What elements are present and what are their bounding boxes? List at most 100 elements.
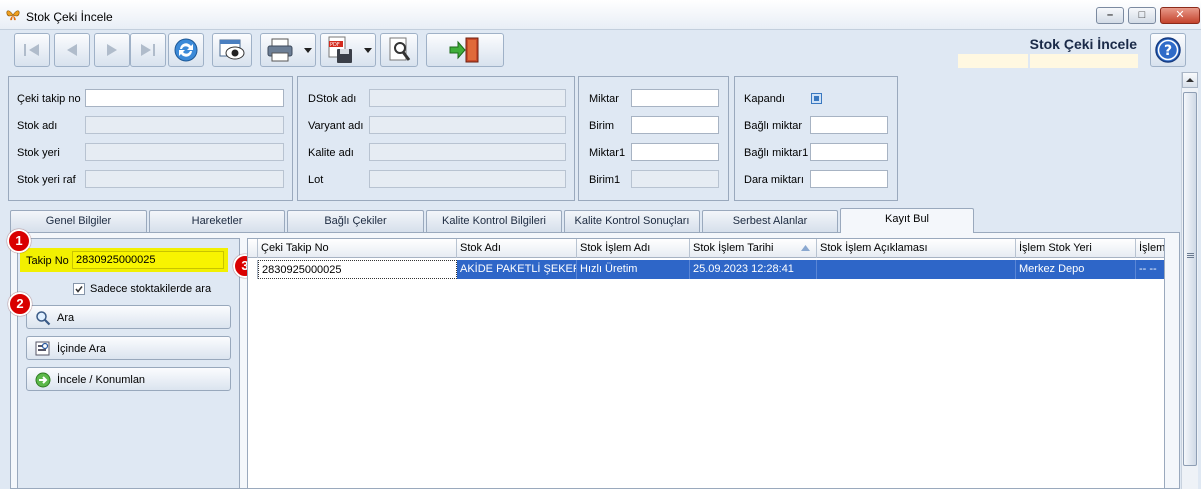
tab-genel-bilgiler[interactable]: Genel Bilgiler: [10, 210, 147, 232]
cell-stok-islem-adi[interactable]: Hızlı Üretim: [577, 260, 690, 279]
stok-yeri-label: Stok yeri: [17, 147, 60, 159]
indeterminate-icon: [814, 96, 819, 101]
next-icon: [107, 44, 117, 56]
go-arrow-icon: [35, 372, 51, 388]
exit-button[interactable]: [426, 33, 504, 67]
maximize-button[interactable]: □: [1128, 7, 1156, 24]
help-button[interactable]: ?: [1150, 33, 1186, 67]
bagli-miktar-input[interactable]: [810, 116, 888, 134]
page-title: Stok Çeki İncele: [1029, 36, 1137, 52]
ara-button[interactable]: Ara: [26, 305, 231, 329]
stok-yeri-raf-field: [85, 170, 284, 188]
settings-icon: [389, 37, 411, 61]
lot-field: [369, 170, 566, 188]
col-islem-stok-yeri[interactable]: İşlem Stok Yeri: [1016, 239, 1136, 258]
only-in-stock-checkbox[interactable]: [73, 283, 85, 295]
kalite-adi-label: Kalite adı: [308, 147, 354, 159]
first-record-button[interactable]: [14, 33, 50, 67]
tab-serbest-alanlar[interactable]: Serbest Alanlar: [702, 210, 838, 232]
birim1-field: [631, 170, 719, 188]
scroll-thumb[interactable]: [1183, 92, 1197, 466]
view-icon: [219, 39, 245, 60]
window-title: Stok Çeki İncele: [26, 10, 113, 24]
preview-button[interactable]: [212, 33, 252, 67]
butterfly-icon: [6, 10, 20, 21]
varyant-adi-label: Varyant adı: [308, 120, 364, 132]
miktar1-input[interactable]: [631, 143, 719, 161]
results-grid[interactable]: Çeki Takip No Stok Adı Stok İşlem Adı St…: [247, 238, 1165, 489]
birim-input[interactable]: [631, 116, 719, 134]
last-record-button[interactable]: [130, 33, 166, 67]
lot-label: Lot: [308, 174, 324, 186]
cell-ceki-takip-no[interactable]: 2830925000025: [258, 260, 457, 279]
prev-record-button[interactable]: [54, 33, 90, 67]
arrow-up-icon: [1186, 78, 1194, 82]
stok-adi-field: [85, 116, 284, 134]
vertical-scrollbar[interactable]: [1181, 72, 1198, 489]
takip-no-input[interactable]: [72, 251, 224, 269]
col-stok-islem-tarihi[interactable]: Stok İşlem Tarihi: [690, 239, 817, 258]
miktar-label: Miktar: [589, 93, 619, 105]
group-status: Kapandı Bağlı miktar Bağlı miktar1 Dara …: [734, 76, 898, 201]
grid-indicator-header: [248, 239, 258, 258]
col-stok-islem-adi[interactable]: Stok İşlem Adı: [577, 239, 690, 258]
dstok-adi-field: [369, 89, 566, 107]
print-button[interactable]: [260, 33, 316, 67]
col-stok-islem-aciklamasi[interactable]: Stok İşlem Açıklaması: [817, 239, 1016, 258]
col-stok-islem-tarihi-label: Stok İşlem Tarihi: [693, 242, 774, 254]
sort-ascending-icon: [801, 245, 810, 251]
miktar1-label: Miktar1: [589, 147, 626, 159]
kalite-adi-field: [369, 143, 566, 161]
tab-kalite-kontrol-sonuclari[interactable]: Kalite Kontrol Sonuçları: [564, 210, 700, 232]
search-panel: [17, 238, 240, 489]
col-ceki-takip-no[interactable]: Çeki Takip No: [258, 239, 457, 258]
incele-konumlan-label: İncele / Konumlan: [57, 374, 146, 386]
varyant-adi-field: [369, 116, 566, 134]
minimize-button[interactable]: –: [1096, 7, 1124, 24]
stok-yeri-raf-label: Stok yeri raf: [17, 174, 76, 186]
exit-icon: [449, 37, 479, 63]
tab-kalite-kontrol-bilgileri[interactable]: Kalite Kontrol Bilgileri: [426, 210, 562, 232]
next-record-button[interactable]: [94, 33, 130, 67]
cell-stok-islem-tarihi[interactable]: 25.09.2023 12:28:41: [690, 260, 817, 279]
scroll-up-button[interactable]: [1182, 72, 1198, 88]
stok-adi-label: Stok adı: [17, 120, 58, 132]
icinde-ara-label: İçinde Ara: [57, 343, 106, 355]
cell-stok-islem-aciklamasi[interactable]: [817, 260, 1016, 279]
prev-icon: [67, 44, 77, 56]
grip-icon: [1187, 253, 1194, 254]
incele-konumlan-button[interactable]: İncele / Konumlan: [26, 367, 231, 391]
export-pdf-button[interactable]: PDF: [320, 33, 376, 67]
tab-kayit-bul[interactable]: Kayıt Bul: [840, 208, 974, 233]
refresh-icon: [174, 38, 198, 62]
miktar-input[interactable]: [631, 89, 719, 107]
group-variant: DStok adı Varyant adı Kalite adı Lot: [297, 76, 575, 201]
kapandi-checkbox[interactable]: [811, 93, 822, 104]
close-button[interactable]: ✕: [1160, 7, 1200, 24]
dara-miktari-label: Dara miktarı: [744, 174, 804, 186]
col-stok-adi[interactable]: Stok Adı: [457, 239, 577, 258]
row-indicator: [248, 260, 258, 279]
info-box-2: [1030, 54, 1138, 68]
first-icon: [24, 44, 39, 56]
step-badge-2: 2: [8, 292, 32, 316]
icinde-ara-button[interactable]: İçinde Ara: [26, 336, 231, 360]
stok-yeri-field: [85, 143, 284, 161]
refresh-button[interactable]: [168, 33, 204, 67]
bagli-miktar-label: Bağlı miktar: [744, 120, 803, 132]
ceki-takip-no-input[interactable]: [85, 89, 284, 107]
dara-miktari-input[interactable]: [810, 170, 888, 188]
svg-text:?: ?: [1164, 43, 1172, 59]
cell-islem-stok-yeri[interactable]: Merkez Depo: [1016, 260, 1136, 279]
tab-hareketler[interactable]: Hareketler: [149, 210, 285, 232]
col-islem[interactable]: İşlem: [1136, 239, 1164, 258]
bagli-miktar1-input[interactable]: [810, 143, 888, 161]
tab-bagli-cekiler[interactable]: Bağlı Çekiler: [287, 210, 424, 232]
step-badge-1: 1: [7, 229, 31, 253]
cell-stok-adi[interactable]: AKİDE PAKETLİ ŞEKER: [457, 260, 577, 279]
grid-header: Çeki Takip No Stok Adı Stok İşlem Adı St…: [248, 239, 1164, 258]
table-row[interactable]: 2830925000025 AKİDE PAKETLİ ŞEKER Hızlı …: [248, 260, 1164, 279]
cell-islem[interactable]: -- --: [1136, 260, 1164, 279]
pdf-save-icon: PDF: [328, 36, 352, 63]
tools-button[interactable]: [380, 33, 418, 67]
